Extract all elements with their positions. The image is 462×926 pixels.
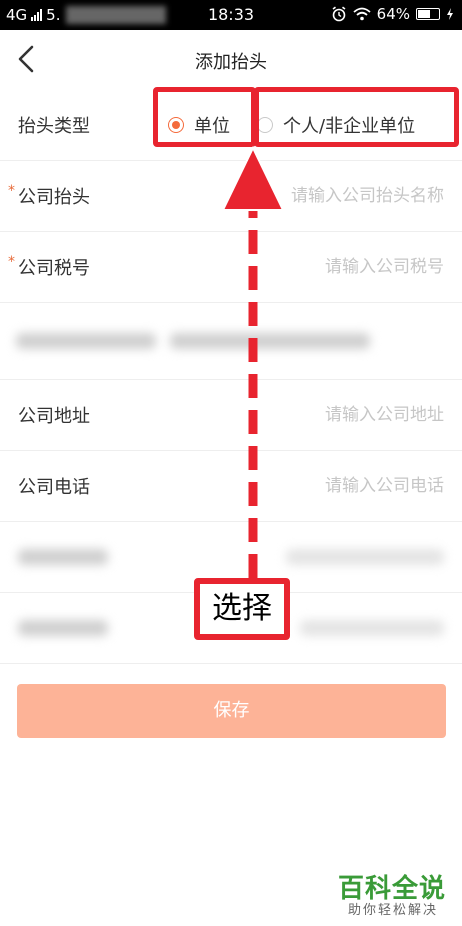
blurred-content — [16, 333, 156, 349]
annotation-highlight-individual — [254, 87, 459, 147]
row-company-name: * 公司抬头 — [0, 161, 462, 232]
annotation-label: 选择 — [194, 578, 290, 640]
alarm-icon — [332, 6, 346, 22]
tax-id-input[interactable] — [182, 252, 446, 282]
annotation-highlight-company — [153, 87, 256, 147]
status-right: 64% — [331, 5, 454, 23]
company-name-label: 公司抬头 — [18, 187, 90, 208]
row-tax-id: * 公司税号 — [0, 232, 462, 303]
required-mark: * — [8, 254, 15, 270]
phone-label: 公司电话 — [18, 477, 90, 498]
save-button[interactable]: 保存 — [17, 684, 446, 738]
row-blurred-notice — [0, 303, 462, 380]
status-bar: 4G 5. 18:33 64% — [0, 0, 462, 30]
watermark-subtitle: 助你轻松解决 — [347, 903, 438, 918]
wifi-icon — [353, 7, 371, 21]
title-type-label: 抬头类型 — [18, 116, 90, 137]
battery-percent: 64% — [376, 5, 410, 23]
company-name-input[interactable] — [182, 181, 446, 211]
blurred-value[interactable] — [300, 620, 444, 636]
blurred-label — [18, 620, 108, 636]
phone-input[interactable] — [182, 471, 446, 501]
page-title: 添加抬头 — [195, 52, 267, 73]
blurred-label — [18, 549, 108, 565]
required-mark: * — [8, 183, 15, 199]
blurred-value[interactable] — [286, 549, 444, 565]
blurred-content — [170, 333, 370, 349]
charging-icon — [447, 8, 453, 20]
row-address: 公司地址 — [0, 380, 462, 451]
address-label: 公司地址 — [18, 406, 90, 427]
battery-icon — [416, 8, 440, 20]
nav-bar: 添加抬头 — [0, 30, 462, 90]
address-input[interactable] — [182, 400, 446, 430]
row-phone: 公司电话 — [0, 451, 462, 522]
tax-id-label: 公司税号 — [18, 258, 90, 279]
